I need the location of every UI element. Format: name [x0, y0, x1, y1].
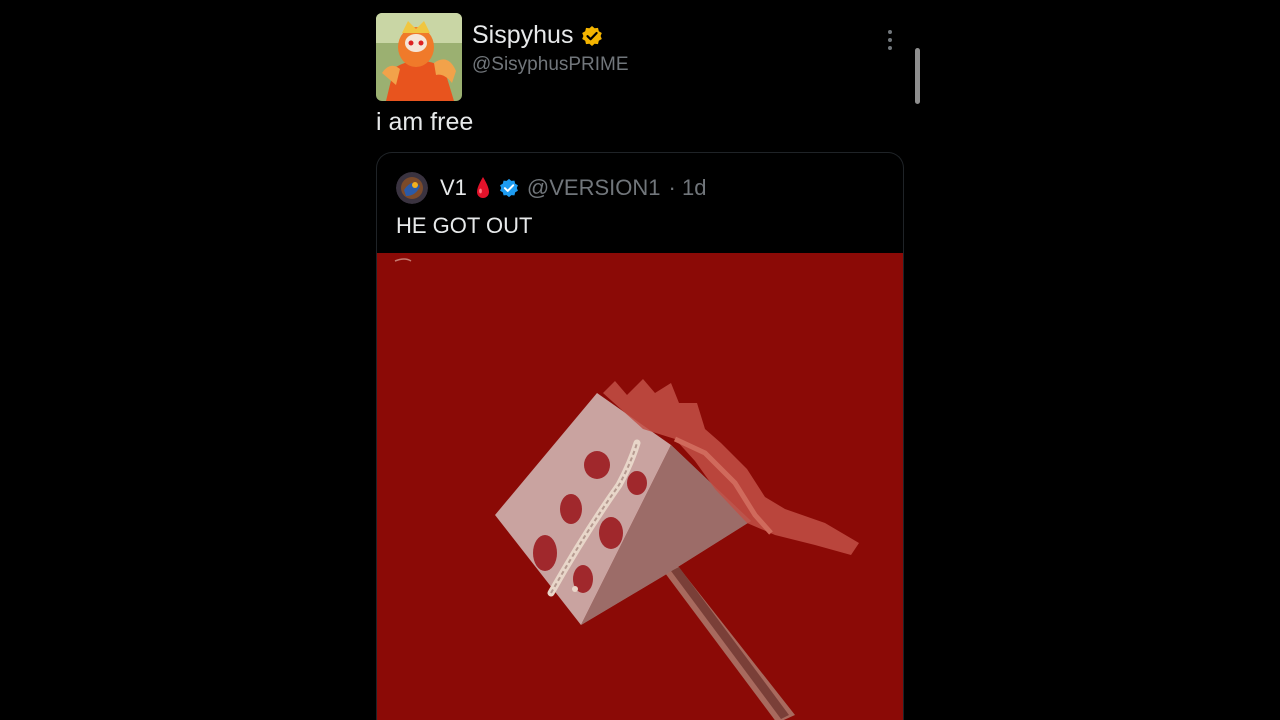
more-options-icon[interactable] — [882, 26, 898, 54]
scrollbar-thumb[interactable] — [915, 48, 920, 104]
author-avatar[interactable] — [376, 13, 462, 101]
tweet-text: i am free — [376, 108, 474, 136]
verified-blue-badge-icon — [499, 178, 519, 198]
quoted-tweet-text: HE GOT OUT — [396, 213, 533, 238]
author-name-row: Sispyhus — [472, 21, 603, 50]
bloody-hammer-image — [377, 253, 903, 720]
quoted-author-avatar[interactable] — [396, 172, 428, 204]
quoted-tweet-card[interactable]: V1 @VERSION1 · 1d HE GOT OUT — [376, 152, 904, 720]
v1-avatar-icon — [396, 172, 428, 204]
quoted-author-handle[interactable]: @VERSION1 — [527, 175, 661, 201]
video-frame: Sispyhus @SisyphusPRIME i am free V1 @VE… — [0, 0, 1280, 720]
quoted-tweet-time[interactable]: · 1d — [669, 175, 707, 201]
prime-avatar-icon — [376, 13, 462, 101]
quoted-tweet-header: V1 @VERSION1 · 1d — [396, 172, 706, 204]
verified-gold-badge-icon — [581, 25, 603, 47]
author-display-name[interactable]: Sispyhus — [472, 21, 573, 50]
quoted-author-name[interactable]: V1 — [440, 175, 467, 201]
blood-drop-icon — [475, 176, 491, 200]
quoted-tweet-media[interactable] — [377, 253, 903, 720]
author-handle[interactable]: @SisyphusPRIME — [472, 54, 629, 76]
tweet-screen: Sispyhus @SisyphusPRIME i am free V1 @VE… — [362, 0, 922, 720]
